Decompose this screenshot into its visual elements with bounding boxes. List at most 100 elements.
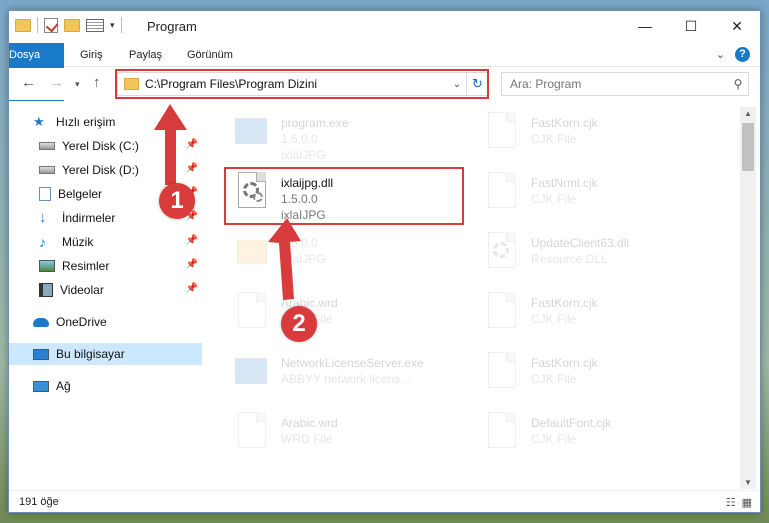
details-view-icon[interactable]: ☷ <box>726 496 736 509</box>
ribbon-right-controls: ⌄ ? <box>716 47 750 62</box>
exe-file-icon <box>235 352 269 392</box>
list-item[interactable]: UpdateClient63.dll Resource DLL <box>465 227 705 285</box>
cloud-icon <box>33 317 49 327</box>
sidebar-item-local-disk-c[interactable]: Yerel Disk (C:) 📌 <box>9 135 202 157</box>
list-item[interactable]: NetworkLicenseServer.exe ABBYY network l… <box>215 347 455 405</box>
status-bar: 191 öğe ☷ ▦ <box>9 490 760 512</box>
document-icon <box>485 412 519 452</box>
file-version: 1.5.0.0 <box>281 132 318 146</box>
pin-icon[interactable]: 📌 <box>186 139 198 150</box>
forward-arrow-icon[interactable]: → <box>49 74 64 91</box>
sidebar-item-pictures[interactable]: Resimler 📌 <box>9 255 202 277</box>
sidebar-item-label: İndirmeler <box>62 211 116 225</box>
pin-icon[interactable]: 📌 <box>186 163 198 174</box>
sidebar-item-videos[interactable]: Videolar 📌 <box>9 279 202 301</box>
list-item[interactable]: FastNrml.cjk CJK File <box>465 167 705 225</box>
file-name: FastNrml.cjk <box>531 176 598 190</box>
minimize-button[interactable]: — <box>622 11 668 41</box>
tab-home[interactable]: Giriş <box>80 43 103 67</box>
sidebar-item-label: Bu bilgisayar <box>56 347 125 361</box>
back-arrow-icon[interactable]: ← <box>21 74 36 91</box>
dll-file-highlight <box>224 167 464 225</box>
help-icon[interactable]: ? <box>735 47 750 62</box>
sidebar-item-label: Hızlı erişim <box>56 115 116 129</box>
folder-icon <box>235 232 269 272</box>
list-item[interactable]: Arabic.wrd WRD File <box>215 407 455 465</box>
file-name: Arabic.wrd <box>281 416 338 430</box>
pin-icon[interactable]: 📌 <box>186 283 198 294</box>
tab-view[interactable]: Görünüm <box>187 43 233 67</box>
sidebar-item-label: Yerel Disk (D:) <box>62 163 139 177</box>
file-name: FastKorn.cjk <box>531 296 598 310</box>
drive-icon <box>39 142 55 150</box>
vertical-scrollbar[interactable]: ▲ ▼ <box>740 107 756 489</box>
file-type: Resource DLL <box>531 252 608 266</box>
list-item[interactable]: FastKorn.cjk CJK File <box>465 287 705 345</box>
step-marker-2: 2 <box>281 306 317 342</box>
sidebar-item-label: Yerel Disk (C:) <box>62 139 139 153</box>
sidebar-item-label: Videolar <box>60 283 104 297</box>
search-input[interactable] <box>510 77 728 91</box>
properties-check-icon[interactable] <box>44 17 58 33</box>
sidebar-item-local-disk-d[interactable]: Yerel Disk (D:) 📌 <box>9 159 202 181</box>
file-version: 1.5.0.0 <box>281 236 318 250</box>
close-button[interactable]: ✕ <box>714 11 760 41</box>
item-count: 191 öğe <box>19 496 59 508</box>
document-icon <box>235 412 269 452</box>
sidebar-item-onedrive[interactable]: OneDrive <box>9 311 202 333</box>
file-name: program.exe <box>281 116 349 130</box>
document-icon <box>485 172 519 212</box>
sidebar-item-music[interactable]: ♪ Müzik 📌 <box>9 231 202 253</box>
list-item[interactable]: 1.5.0.0 ixlaIJPG <box>215 227 455 285</box>
tab-share[interactable]: Paylaş <box>129 43 162 67</box>
scrollbar-thumb[interactable] <box>742 123 754 171</box>
list-item[interactable]: FastKorn.cjk CJK File <box>465 347 705 405</box>
file-type: CJK File <box>531 132 577 146</box>
file-type: CJK File <box>531 192 577 206</box>
documents-icon <box>39 187 51 201</box>
search-box[interactable]: ⚲ <box>501 72 749 96</box>
drive-icon <box>39 166 55 174</box>
file-type: CJK File <box>531 312 577 326</box>
scroll-up-arrow-icon[interactable]: ▲ <box>740 109 756 118</box>
pin-icon[interactable]: 📌 <box>186 235 198 246</box>
file-type: WRD File <box>281 432 333 446</box>
large-icons-view-icon[interactable]: ▦ <box>742 496 752 509</box>
properties-icon[interactable] <box>86 18 104 32</box>
exe-file-icon <box>235 112 269 152</box>
file-name: FastKorn.cjk <box>531 356 598 370</box>
ribbon-tabs: Dosya Giriş Paylaş Görünüm ⌄ ? <box>9 43 760 101</box>
sidebar-item-label: Belgeler <box>58 187 103 201</box>
title-bar: ▾ Program — ☐ ✕ <box>9 11 760 43</box>
new-folder-icon[interactable] <box>64 18 80 32</box>
pin-icon[interactable]: 📌 <box>186 259 198 270</box>
window-title: Program <box>147 19 197 34</box>
sidebar-item-network[interactable]: Ağ <box>9 375 202 397</box>
up-arrow-icon[interactable]: ↑ <box>93 74 101 91</box>
recent-locations-chevron-icon[interactable]: ▾ <box>75 79 80 90</box>
file-company: ixlaIJPG <box>281 148 326 162</box>
search-icon[interactable]: ⚲ <box>728 77 748 91</box>
list-item[interactable]: DefaultFont.cjk CJK File <box>465 407 705 465</box>
list-item[interactable]: program.exe 1.5.0.0 ixlaIJPG <box>215 107 455 165</box>
file-name: UpdateClient63.dll <box>531 236 630 250</box>
sidebar-item-quick-access[interactable]: ★ Hızlı erişim <box>9 111 202 133</box>
expand-ribbon-chevron-icon[interactable]: ⌄ <box>716 48 725 61</box>
document-icon <box>235 292 269 332</box>
scroll-down-arrow-icon[interactable]: ▼ <box>740 478 756 487</box>
document-icon <box>485 292 519 332</box>
sidebar-item-this-pc[interactable]: Bu bilgisayar <box>9 343 202 365</box>
maximize-button[interactable]: ☐ <box>668 11 714 41</box>
dll-file-icon <box>485 232 519 272</box>
list-item[interactable]: Arabic.wrd WRD File <box>215 287 455 345</box>
folder-icon <box>15 18 31 32</box>
computer-icon <box>33 348 49 360</box>
list-item[interactable]: FastKorn.cjk CJK File <box>465 107 705 165</box>
file-type: CJK File <box>531 372 577 386</box>
step-marker-1: 1 <box>159 183 195 219</box>
file-list: program.exe 1.5.0.0 ixlaIJPG ixlaijpg.dl… <box>215 107 739 489</box>
film-strip-icon <box>39 283 53 297</box>
customize-toolbar-chevron-icon[interactable]: ▾ <box>110 20 115 31</box>
file-name: FastKorn.cjk <box>531 116 598 130</box>
sidebar-item-label: Resimler <box>62 259 110 273</box>
